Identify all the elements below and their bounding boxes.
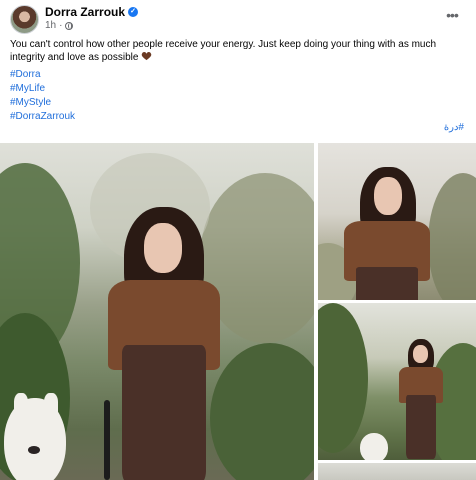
meta-separator: · (59, 20, 63, 31)
post-time[interactable]: 1h (45, 20, 56, 31)
photo-thumbnail[interactable] (318, 303, 476, 460)
photo-main[interactable] (0, 143, 314, 480)
post-text: You can't control how other people recei… (10, 38, 468, 64)
brown-heart-icon (141, 52, 152, 61)
post-header: Dorra Zarrouk ✓ 1h · ••• (0, 0, 476, 36)
post-message: You can't control how other people recei… (10, 39, 437, 63)
post-meta: 1h · (45, 20, 74, 31)
photo-thumbnail[interactable] (318, 143, 476, 300)
hashtag-list: #Dorra #MyLife #MyStyle #DorraZarrouk (10, 68, 75, 124)
author-name-row: Dorra Zarrouk ✓ (45, 5, 139, 19)
hashtag-link[interactable]: #Dorra (10, 68, 75, 82)
author-name[interactable]: Dorra Zarrouk (45, 5, 125, 19)
hashtag-link[interactable]: #MyLife (10, 82, 75, 96)
photo-thumbnail[interactable] (318, 463, 476, 480)
hashtag-link[interactable]: #DorraZarrouk (10, 110, 75, 124)
globe-icon[interactable] (65, 21, 74, 30)
verified-icon: ✓ (128, 7, 139, 17)
photo-gallery (0, 143, 476, 480)
hashtag-link[interactable]: #MyStyle (10, 96, 75, 110)
arabic-hashtag-link[interactable]: #درة (444, 122, 464, 133)
avatar[interactable] (10, 5, 39, 34)
more-options-button[interactable]: ••• (442, 8, 462, 24)
